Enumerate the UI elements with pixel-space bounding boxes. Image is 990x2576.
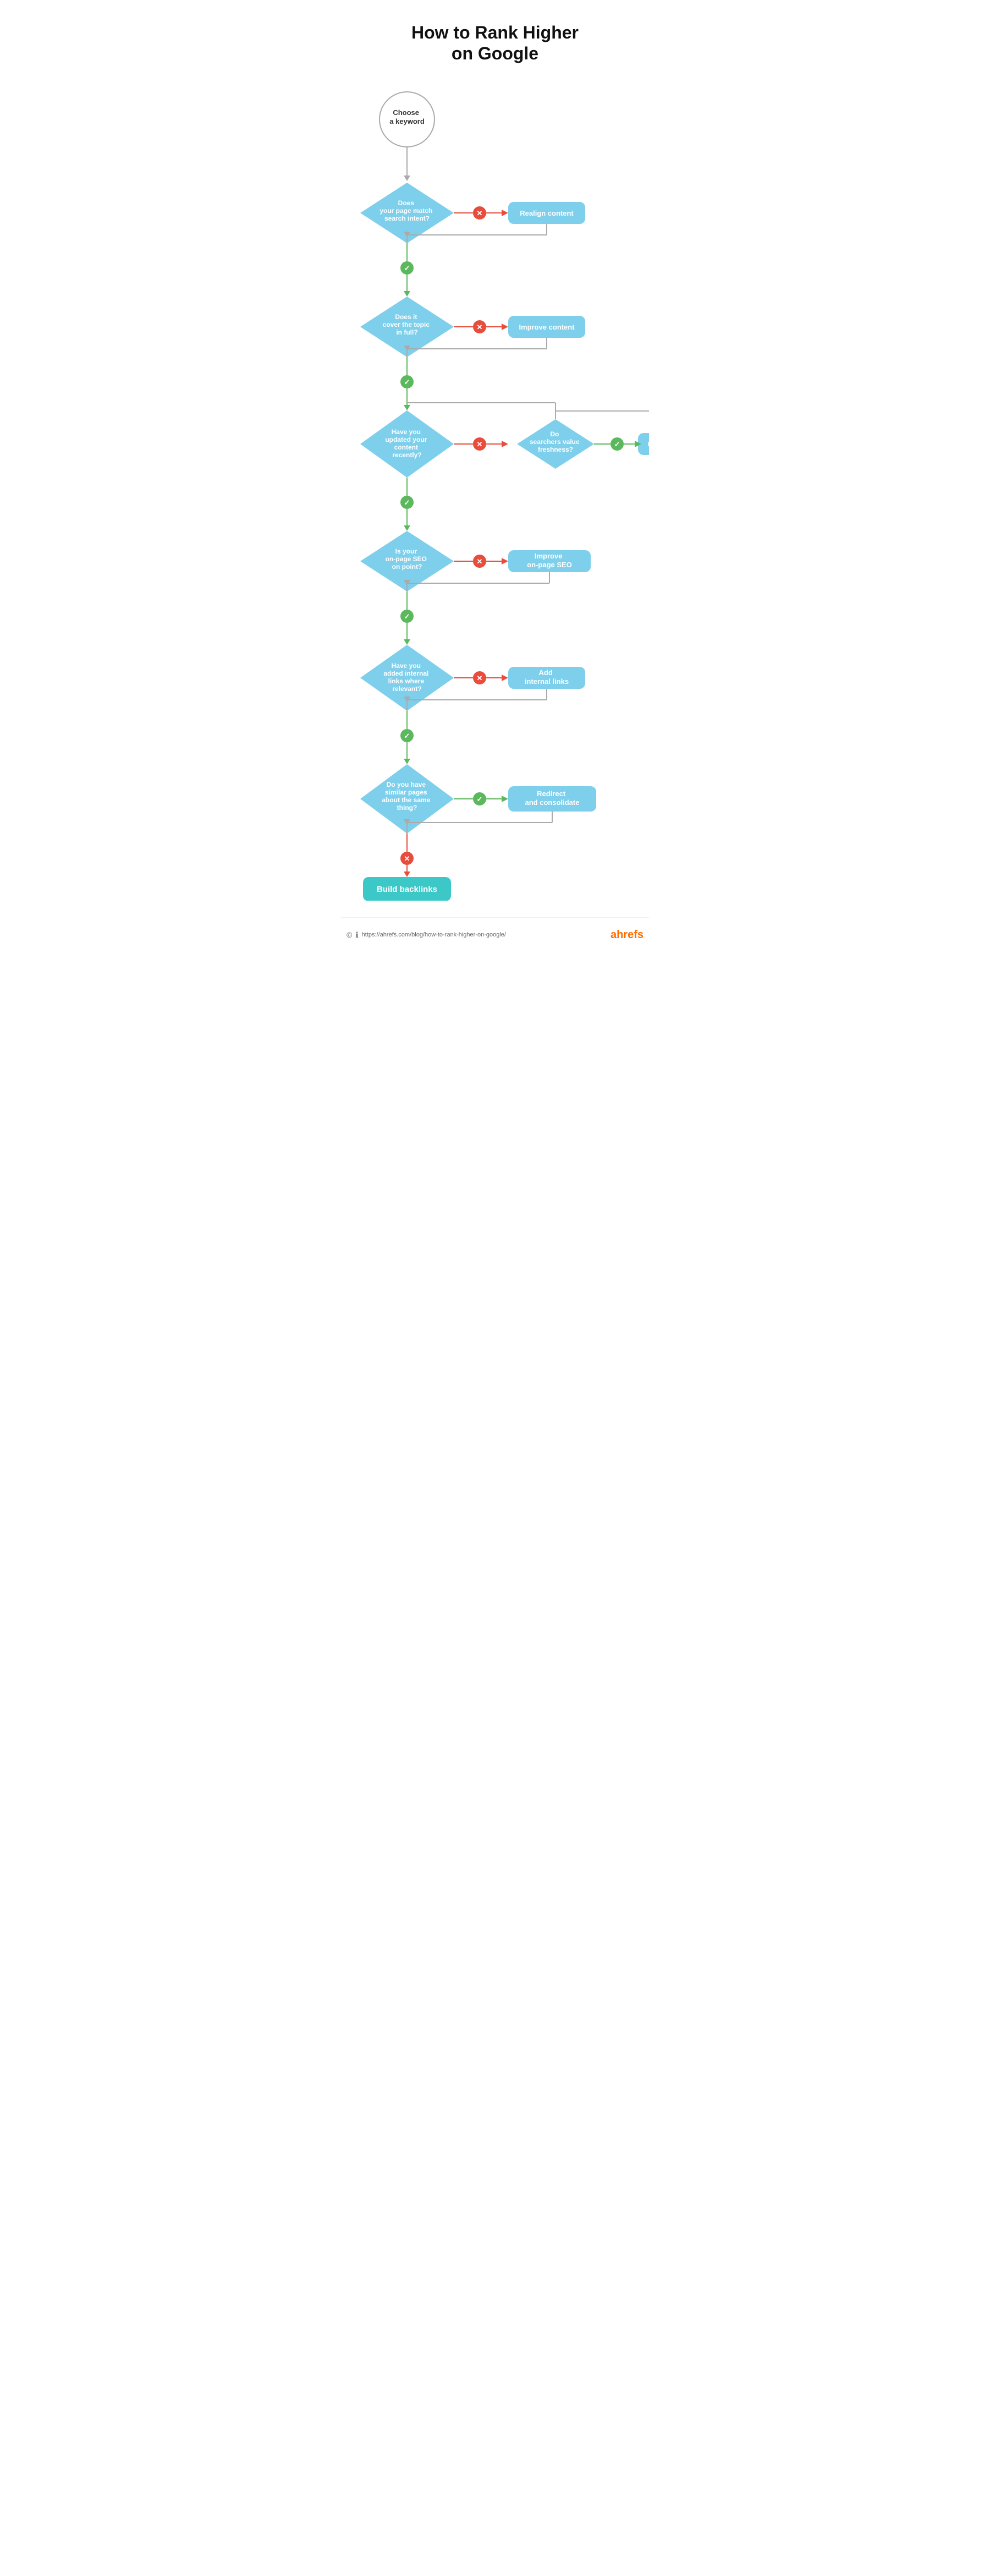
svg-text:✕: ✕ [477, 323, 483, 331]
svg-text:✓: ✓ [614, 440, 620, 448]
footer-url: https://ahrefs.com/blog/how-to-rank-high… [362, 931, 506, 938]
svg-text:Improve content: Improve content [519, 323, 575, 331]
svg-text:Realign content: Realign content [520, 209, 574, 217]
svg-text:✕: ✕ [477, 674, 483, 682]
svg-text:✓: ✓ [477, 795, 483, 803]
svg-text:✓: ✓ [404, 612, 410, 621]
page-title: How to Rank Higher on Google [411, 22, 579, 64]
svg-text:✕: ✕ [477, 209, 483, 217]
svg-text:Choose a keyword: Choose a keyword [389, 108, 425, 125]
ahrefs-logo: ahrefs [610, 929, 644, 941]
page: How to Rank Higher on Google Choose a ke… [330, 0, 660, 969]
svg-text:Build backlinks: Build backlinks [377, 885, 437, 894]
footer: © ℹ https://ahrefs.com/blog/how-to-rank-… [341, 917, 649, 947]
cc-icon: © [346, 930, 352, 939]
svg-text:✕: ✕ [404, 854, 410, 863]
info-icon: ℹ [355, 930, 358, 940]
footer-info: © ℹ https://ahrefs.com/blog/how-to-rank-… [346, 930, 506, 940]
svg-text:Update content: Update content [648, 440, 649, 448]
svg-text:✓: ✓ [404, 378, 410, 386]
svg-text:✓: ✓ [404, 732, 410, 740]
flowchart-diagram: Choose a keyword Does your page match se… [341, 86, 649, 901]
svg-text:✓: ✓ [404, 498, 410, 507]
svg-text:✓: ✓ [404, 264, 410, 272]
svg-text:✕: ✕ [477, 440, 483, 448]
svg-text:✕: ✕ [477, 557, 483, 566]
